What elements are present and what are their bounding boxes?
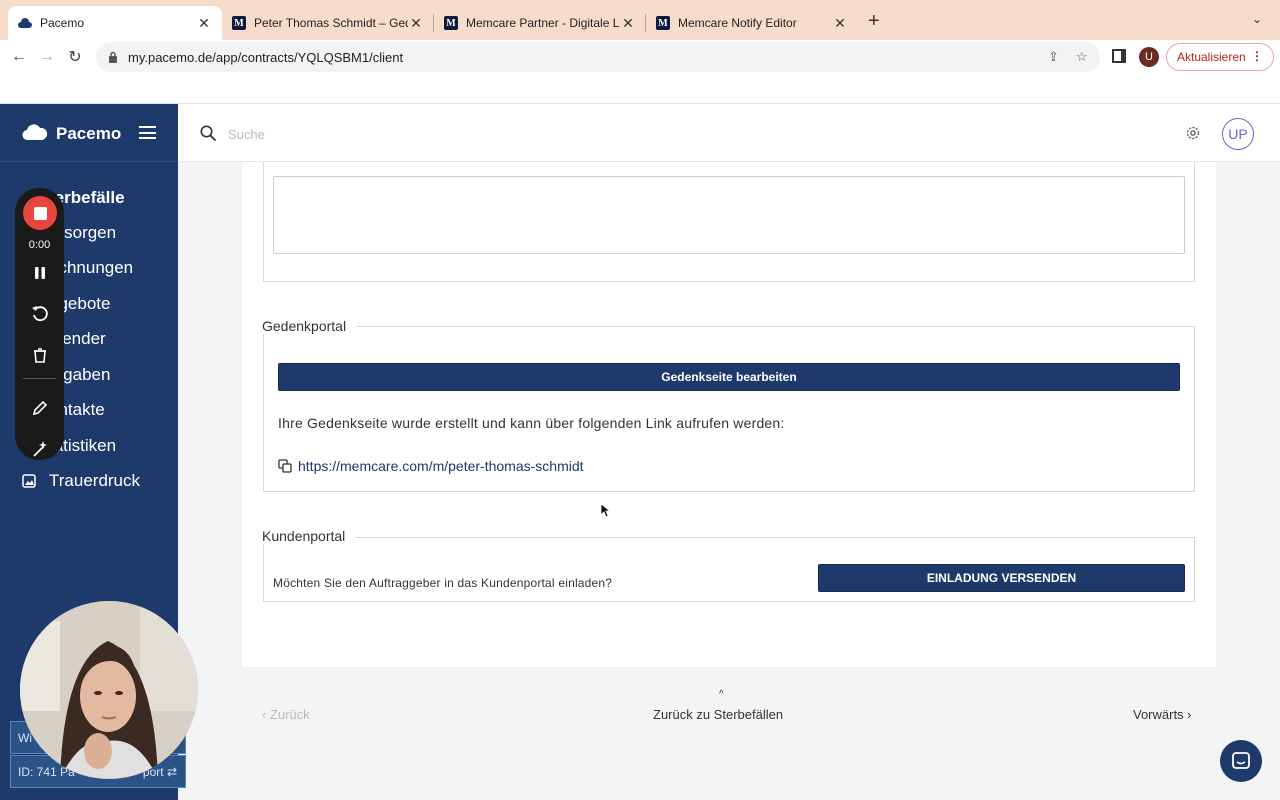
back-to-deaths-label: Zurück zu Sterbefällen	[653, 707, 784, 722]
search-input[interactable]	[228, 124, 828, 144]
trash-icon[interactable]	[29, 344, 51, 366]
tab-memcare-partner[interactable]: M Memcare Partner - Digitale Lös ✕	[434, 6, 646, 40]
close-tab-icon[interactable]: ✕	[408, 15, 424, 32]
previous-link[interactable]: ‹ Zurück	[262, 707, 310, 722]
stop-icon	[33, 206, 47, 220]
cloud-logo-icon	[22, 124, 48, 140]
close-tab-icon[interactable]: ✕	[832, 15, 848, 32]
edit-memorial-page-button[interactable]: Gedenkseite bearbeiten	[278, 363, 1180, 391]
brand-name: Pacemo	[56, 124, 122, 143]
kundenportal-legend: Kundenportal	[262, 528, 356, 544]
share-icon[interactable]: ⇪	[1048, 49, 1059, 65]
send-invitation-button[interactable]: EINLADUNG VERSENDEN	[818, 564, 1185, 592]
mouse-cursor-icon	[601, 504, 611, 518]
close-tab-icon[interactable]: ✕	[196, 15, 212, 32]
chat-icon	[1232, 752, 1250, 769]
forward-icon[interactable]: →	[36, 46, 58, 68]
new-tab-icon[interactable]: +	[868, 10, 880, 33]
reload-icon[interactable]: ↻	[64, 46, 86, 68]
recorder-divider	[23, 378, 56, 379]
screen-recorder-toolbar: 0:00	[15, 188, 64, 460]
update-label: Aktualisieren	[1177, 50, 1246, 64]
profile-avatar[interactable]: U	[1139, 47, 1159, 67]
memcare-logo-icon: M	[444, 16, 458, 30]
search-icon	[200, 125, 216, 141]
sidebar-item-label: Trauerdruck	[49, 471, 141, 490]
close-tab-icon[interactable]: ✕	[620, 15, 636, 32]
browser-toolbar: ← → ↻ my.pacemo.de/app/contracts/YQLQSBM…	[0, 40, 1280, 74]
memcare-logo-icon: M	[656, 16, 670, 30]
pencil-icon[interactable]	[29, 397, 51, 419]
tab-pacemo[interactable]: Pacemo ✕	[8, 6, 222, 40]
address-bar[interactable]: my.pacemo.de/app/contracts/YQLQSBM1/clie…	[96, 42, 1100, 72]
image-icon	[22, 474, 36, 488]
tab-title: Memcare Partner - Digitale Lös	[466, 16, 620, 30]
swap-icon: ⇄	[166, 764, 177, 779]
pacemo-cloud-icon	[18, 16, 32, 30]
sidebar-item-trauerdruck[interactable]: Trauerdruck	[22, 469, 178, 493]
user-avatar[interactable]: UP	[1222, 118, 1254, 150]
copy-icon[interactable]	[278, 459, 292, 473]
tab-title: Memcare Notify Editor	[678, 16, 797, 30]
notes-textarea[interactable]	[273, 176, 1185, 254]
pause-icon[interactable]	[29, 262, 51, 284]
gedenkportal-legend: Gedenkportal	[262, 318, 357, 334]
stop-recording-button[interactable]	[23, 196, 57, 230]
more-vert-icon: ⋮	[1251, 49, 1263, 63]
restart-icon[interactable]	[29, 302, 51, 324]
memorial-link-text[interactable]: https://memcare.com/m/peter-thomas-schmi…	[298, 458, 584, 474]
side-panel-icon[interactable]	[1112, 49, 1126, 63]
next-link[interactable]: Vorwärts ›	[1133, 707, 1192, 722]
caret-up-icon: ^	[719, 689, 724, 700]
webcam-bubble[interactable]	[20, 601, 198, 779]
back-icon[interactable]: ←	[8, 46, 30, 68]
app-header: UP	[178, 104, 1280, 162]
memorial-info-text: Ihre Gedenkseite wurde erstellt und kann…	[278, 415, 785, 431]
tab-title: Peter Thomas Schmidt – Gede	[254, 16, 408, 30]
gear-icon[interactable]	[1185, 125, 1201, 141]
tab-peter-thomas-schmidt[interactable]: M Peter Thomas Schmidt – Gede ✕	[222, 6, 434, 40]
bookmark-star-icon[interactable]: ☆	[1076, 49, 1088, 65]
tab-search-chevron-icon[interactable]: ⌄	[1252, 12, 1262, 26]
url-text: my.pacemo.de/app/contracts/YQLQSBM1/clie…	[128, 49, 404, 65]
chat-launcher-button[interactable]	[1220, 740, 1262, 782]
tab-title: Pacemo	[40, 16, 85, 30]
back-to-deaths-link[interactable]: ^ Zurück zu Sterbefällen	[653, 689, 784, 722]
recording-timer: 0:00	[28, 239, 51, 251]
update-button[interactable]: Aktualisieren ⋮	[1166, 43, 1274, 71]
tab-memcare-notify-editor[interactable]: M Memcare Notify Editor ✕	[646, 6, 858, 40]
browser-tab-bar: Pacemo ✕ M Peter Thomas Schmidt – Gede ✕…	[0, 0, 1280, 40]
menu-hamburger-icon[interactable]	[139, 126, 156, 139]
memorial-link[interactable]: https://memcare.com/m/peter-thomas-schmi…	[278, 458, 584, 474]
brand: Pacemo	[0, 104, 178, 162]
memcare-logo-icon: M	[232, 16, 246, 30]
page-top-strip	[0, 74, 1280, 104]
presenter-video	[20, 601, 198, 779]
lock-icon	[109, 51, 117, 63]
kundenportal-question: Möchten Sie den Auftraggeber in das Kund…	[273, 576, 613, 590]
magic-wand-icon[interactable]	[29, 438, 51, 460]
